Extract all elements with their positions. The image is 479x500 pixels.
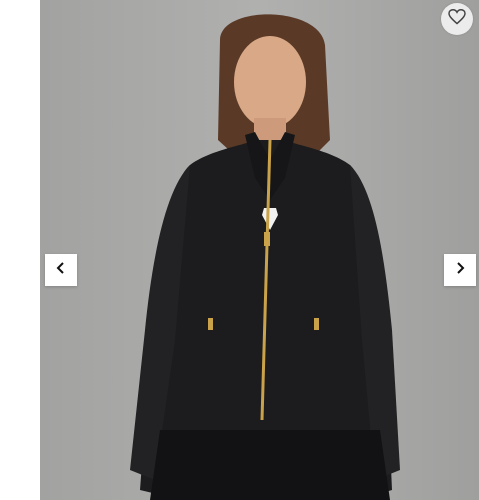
product-photo: [40, 0, 479, 500]
left-margin: [0, 0, 40, 500]
chevron-right-icon: [455, 261, 465, 279]
previous-image-button[interactable]: [45, 254, 77, 286]
chevron-left-icon: [56, 261, 66, 279]
product-image-gallery[interactable]: [40, 0, 479, 500]
favorite-button[interactable]: [441, 3, 473, 35]
next-image-button[interactable]: [444, 254, 476, 286]
heart-outline-icon: [448, 8, 466, 30]
